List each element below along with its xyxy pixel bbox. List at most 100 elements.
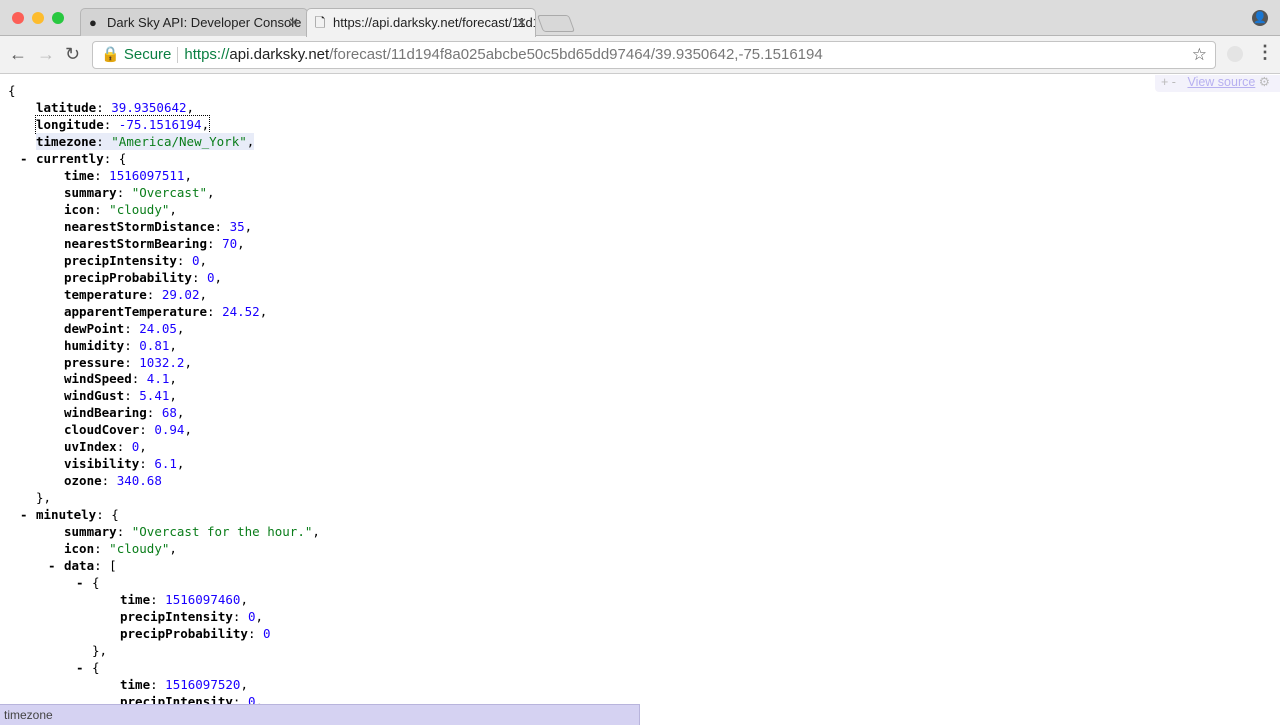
json-key: apparentTemperature	[64, 303, 207, 319]
json-value: 0.81	[139, 337, 170, 353]
json-property-nearestStormBearing: nearestStormBearing: 70,	[64, 235, 245, 251]
json-key: data	[64, 558, 95, 574]
collapse-toggle[interactable]: -	[48, 557, 56, 574]
collapse-toggle[interactable]: -	[20, 506, 28, 523]
json-comma: ,	[169, 388, 177, 404]
maximize-window-button[interactable]	[52, 12, 64, 24]
expand-all-button[interactable]: +	[1161, 75, 1168, 89]
json-property-windGust: windGust: 5.41,	[64, 388, 177, 404]
json-property-windSpeed: windSpeed: 4.1,	[64, 371, 177, 387]
settings-gear-icon[interactable]: ⚙	[1259, 75, 1270, 89]
json-key: uvIndex	[64, 439, 117, 455]
profile-icon[interactable]: 👤	[1252, 10, 1268, 26]
json-key: summary	[64, 524, 117, 540]
json-comma: ,	[169, 541, 177, 557]
json-key: minutely	[36, 507, 97, 523]
json-property-icon: icon: "cloudy",	[64, 201, 177, 217]
json-key: timezone	[36, 133, 97, 149]
address-bar[interactable]: 🔒 Secure https://api.darksky.net/forecast…	[92, 41, 1216, 69]
json-property-pressure: pressure: 1032.2,	[64, 354, 192, 370]
toolbar: ← → ↻ 🔒 Secure https://api.darksky.net/fo…	[0, 36, 1280, 74]
json-key: longitude	[36, 116, 104, 132]
bookmark-star-icon[interactable]: ☆	[1192, 42, 1207, 68]
json-key: time	[120, 676, 151, 692]
json-viewer: { latitude: 39.9350642, longitude: -75.151…	[0, 75, 1280, 709]
reload-icon[interactable]: ↻	[65, 44, 80, 65]
menu-icon[interactable]: ⋮	[1256, 42, 1274, 63]
close-tab-icon[interactable]: ✕	[516, 9, 527, 37]
json-comma: ,	[312, 524, 320, 540]
json-value: 24.05	[139, 320, 177, 336]
json-value: 1516097460	[165, 592, 241, 608]
collapse-toggle[interactable]: -	[76, 574, 84, 591]
json-value: 29.02	[161, 286, 200, 302]
json-property-uvIndex: uvIndex: 0,	[64, 439, 147, 455]
json-comma: ,	[169, 371, 177, 387]
close-tab-icon[interactable]: ✕	[288, 9, 299, 36]
json-bracket: -{	[76, 659, 100, 676]
json-value: 0.94	[154, 422, 185, 438]
close-window-button[interactable]	[12, 12, 24, 24]
url-scheme: https://	[184, 46, 230, 63]
json-key: ozone	[64, 473, 102, 489]
json-key: summary	[64, 184, 117, 200]
collapse-all-button[interactable]: -	[1172, 75, 1176, 89]
json-property-summary: summary: "Overcast",	[64, 184, 215, 200]
json-bracket: -{	[76, 574, 100, 591]
json-key: precipIntensity	[64, 252, 177, 268]
json-property-precipProbability: precipProbability: 0	[120, 626, 271, 642]
json-property-latitude: latitude: 39.9350642,	[36, 99, 195, 115]
json-key: precipIntensity	[120, 609, 233, 625]
json-property-time: time: 1516097520,	[120, 676, 248, 692]
json-comma: ,	[139, 439, 147, 455]
json-property-longitude: longitude: -75.1516194,	[34, 114, 211, 134]
json-key: icon	[64, 201, 95, 217]
lock-icon: 🔒	[101, 46, 120, 63]
json-bracket-text: },	[92, 643, 108, 658]
tab-title: Dark Sky API: Developer Console	[107, 15, 302, 30]
json-key: icon	[64, 541, 95, 557]
status-bar: timezone	[0, 704, 640, 725]
json-value: 70	[222, 235, 238, 251]
json-property-precipProbability: precipProbability: 0,	[64, 269, 223, 285]
url-host: api.darksky.net	[229, 46, 330, 63]
json-property-apparentTemperature: apparentTemperature: 24.52,	[64, 303, 268, 319]
json-key: pressure	[64, 354, 125, 370]
new-tab-button[interactable]	[536, 15, 576, 32]
extension-icon[interactable]	[1227, 46, 1243, 62]
json-bracket-text: },	[36, 490, 52, 506]
json-property-time: time: 1516097460,	[120, 592, 248, 608]
json-property-visibility: visibility: 6.1,	[64, 456, 185, 472]
collapse-toggle[interactable]: -	[76, 659, 84, 676]
json-property-time: time: 1516097511,	[64, 167, 192, 183]
back-icon[interactable]: ←	[9, 44, 27, 65]
json-property-cloudCover: cloudCover: 0.94,	[64, 422, 192, 438]
collapse-toggle[interactable]: -	[20, 150, 28, 167]
json-comma: ,	[259, 303, 268, 319]
json-bracket: {	[8, 82, 16, 99]
json-comma: ,	[184, 167, 192, 183]
json-comma: ,	[186, 99, 195, 115]
json-key: visibility	[64, 456, 140, 472]
minimize-window-button[interactable]	[32, 12, 44, 24]
json-key: temperature	[64, 286, 147, 302]
json-property-timezone: timezone: "America/New_York",	[36, 132, 255, 150]
dark-sky-icon: ●	[89, 15, 97, 30]
json-key: windSpeed	[64, 371, 132, 387]
json-value: 1516097511	[109, 167, 185, 183]
json-value: 0	[263, 626, 271, 642]
json-bracket-text: {	[92, 659, 100, 675]
json-property-precipIntensity: precipIntensity: 0,	[120, 609, 264, 625]
view-source-link[interactable]: View source	[1187, 75, 1255, 89]
json-value: 24.52	[222, 303, 260, 319]
json-comma: ,	[214, 269, 223, 285]
json-key: precipProbability	[120, 626, 248, 642]
forward-icon[interactable]: →	[37, 44, 55, 65]
tab-dark-sky-console[interactable]: ● Dark Sky API: Developer Console ✕	[80, 8, 308, 36]
json-open-bracket: {	[111, 507, 119, 523]
tab-forecast[interactable]: 🗋 https://api.darksky.net/forecast/11d19…	[306, 8, 536, 37]
json-property-precipIntensity: precipIntensity: 0,	[64, 252, 208, 268]
json-key: humidity	[64, 337, 125, 353]
json-comma: ,	[244, 218, 253, 234]
tab-title: https://api.darksky.net/forecast/11d194f…	[333, 15, 535, 30]
